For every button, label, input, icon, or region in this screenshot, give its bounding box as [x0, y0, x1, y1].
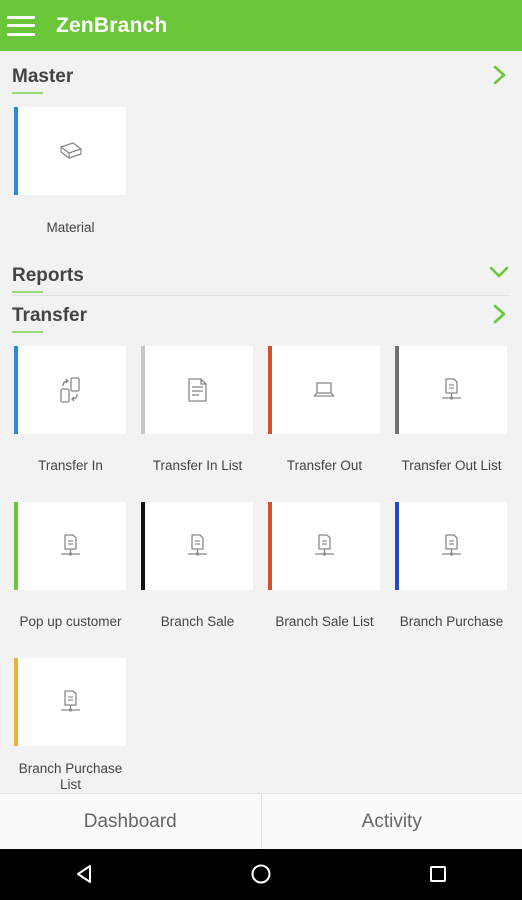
tile-label-branch-purchase-list: Branch Purchase List [18, 761, 123, 792]
back-icon[interactable] [72, 861, 98, 887]
tile-label-pop-up-customer: Pop up customer [19, 614, 122, 629]
tile-color-bar [14, 107, 18, 195]
tile-label-branch-purchase: Branch Purchase [399, 614, 504, 629]
document-network-icon [61, 690, 80, 712]
tab-activity[interactable]: Activity [260, 794, 522, 849]
tile-color-bar [14, 502, 18, 590]
section-title-transfer: Transfer [12, 305, 87, 326]
section-underline [12, 331, 43, 333]
laptop-icon [313, 382, 335, 397]
tile-color-bar [141, 346, 145, 434]
transfer-phones-icon [60, 377, 80, 403]
document-network-icon [315, 534, 334, 556]
tile-label-branch-sale-list: Branch Sale List [275, 614, 374, 629]
tile-transfer-in-list[interactable] [141, 346, 253, 434]
tile-color-bar [268, 502, 272, 590]
tile-label-transfer-out-list: Transfer Out List [401, 458, 502, 473]
section-underline [12, 92, 43, 94]
app-title: ZenBranch [56, 13, 168, 37]
tab-dashboard[interactable]: Dashboard [0, 794, 261, 849]
menu-icon[interactable] [7, 15, 35, 36]
document-network-icon [442, 534, 461, 556]
tile-label-branch-sale: Branch Sale [160, 614, 235, 629]
section-reports-header[interactable]: Reports [0, 259, 522, 295]
section-underline [12, 291, 43, 293]
tile-color-bar [14, 658, 18, 746]
tile-label-transfer-out: Transfer Out [286, 458, 363, 473]
tile-transfer-out[interactable] [268, 346, 380, 434]
eraser-icon [60, 142, 82, 159]
bottom-tab-bar: Dashboard Activity [0, 793, 522, 849]
chevron-down-icon[interactable] [488, 261, 510, 283]
document-list-icon [188, 378, 207, 402]
document-network-icon [61, 534, 80, 556]
home-icon[interactable] [248, 861, 274, 887]
tile-color-bar [14, 346, 18, 434]
app-bar: ZenBranch [0, 0, 522, 51]
section-master-header[interactable]: Master [0, 60, 522, 96]
tile-color-bar [395, 502, 399, 590]
recents-icon[interactable] [425, 861, 451, 887]
section-title-master: Master [12, 66, 74, 87]
section-title-reports: Reports [12, 265, 84, 286]
tile-branch-purchase-list[interactable] [14, 658, 126, 746]
chevron-right-icon[interactable] [488, 303, 510, 325]
section-transfer-header[interactable]: Transfer [0, 299, 522, 335]
tile-label-transfer-in: Transfer In [38, 458, 103, 473]
section-divider [12, 295, 510, 296]
tile-branch-sale-list[interactable] [268, 502, 380, 590]
document-network-icon [442, 378, 461, 400]
tile-transfer-out-list[interactable] [395, 346, 507, 434]
chevron-right-icon[interactable] [488, 64, 510, 86]
tile-branch-purchase[interactable] [395, 502, 507, 590]
tile-material[interactable] [14, 107, 126, 195]
document-network-icon [188, 534, 207, 556]
tile-label-transfer-in-list: Transfer In List [152, 458, 243, 473]
tile-label-material: Material [46, 220, 95, 235]
tile-color-bar [141, 502, 145, 590]
tile-transfer-in[interactable] [14, 346, 126, 434]
tile-pop-up-customer[interactable] [14, 502, 126, 590]
tile-branch-sale[interactable] [141, 502, 253, 590]
tile-color-bar [395, 346, 399, 434]
tile-color-bar [268, 346, 272, 434]
system-nav-bar [0, 849, 522, 900]
